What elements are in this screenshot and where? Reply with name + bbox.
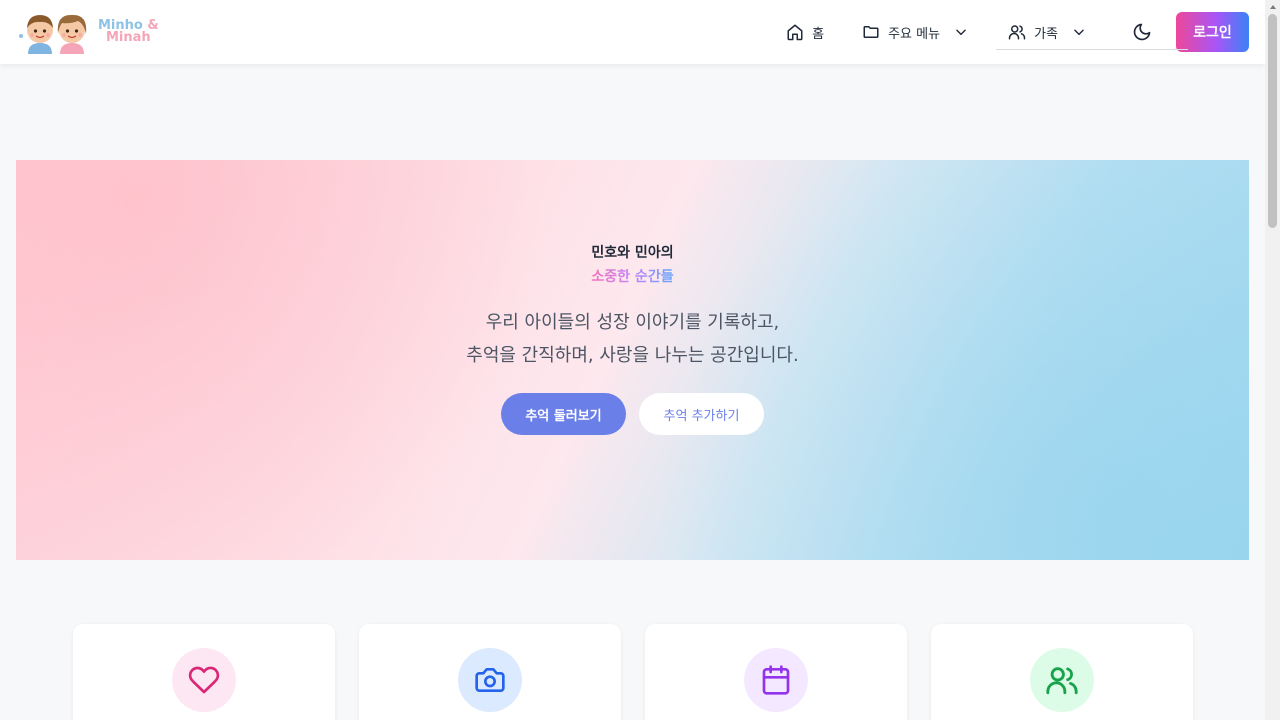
hero-description-line2: 추억을 간직하며, 사랑을 나누는 공간입니다. [466, 345, 799, 366]
logo-line2: Minah [106, 30, 151, 45]
nav-family-label: 가족 [1034, 26, 1058, 42]
chevron-down-icon [1074, 29, 1084, 36]
logo[interactable]: Minho & Minah [18, 10, 159, 54]
add-memory-button[interactable]: 추억 추가하기 [639, 393, 764, 435]
browse-memories-button[interactable]: 추억 둘러보기 [501, 393, 626, 435]
feature-icon-badge [172, 648, 236, 712]
feature-icon-badge [744, 648, 808, 712]
scrollbar-thumb[interactable] [1268, 14, 1277, 228]
nav-family[interactable]: 가족 [996, 23, 1189, 50]
login-button[interactable]: 로그인 [1176, 12, 1249, 52]
nav-main-menu-label: 주요 메뉴 [888, 26, 941, 42]
hero-title: 민호와 민아의 [591, 245, 674, 261]
hero-description: 우리 아이들의 성장 이야기를 기록하고, 추억을 간직하며, 사랑을 나누는 … [16, 306, 1249, 372]
hero-actions: 추억 둘러보기 추억 추가하기 [16, 393, 1249, 435]
chevron-down-icon [956, 29, 966, 36]
nav-home-label: 홈 [812, 26, 825, 42]
scroll-up-arrow[interactable] [1265, 0, 1280, 14]
hero-description-line1: 우리 아이들의 성장 이야기를 기록하고, [485, 312, 780, 333]
nav-main-menu[interactable]: 주요 메뉴 [862, 23, 968, 42]
family-dropdown-underline [996, 48, 1189, 50]
folder-icon [863, 26, 879, 38]
theme-toggle[interactable] [1132, 22, 1152, 42]
nav-menu: 홈 주요 메뉴 가족 로그인 [786, 0, 1249, 64]
logo-text: Minho & Minah [98, 19, 159, 45]
feature-card[interactable] [359, 624, 621, 720]
heart-icon [188, 666, 220, 694]
users-icon [1046, 667, 1078, 695]
kids-logo-icon [19, 14, 87, 54]
feature-card[interactable] [931, 624, 1193, 720]
home-icon [787, 24, 803, 41]
feature-card[interactable] [645, 624, 907, 720]
page: Minho & Minah 홈 주요 메뉴 가족 로그인 민호와 민아의 소중한… [0, 0, 1280, 720]
users-icon [1008, 25, 1026, 40]
scrollbar[interactable] [1265, 0, 1280, 720]
hero-subtitle: 소중한 순간들 [16, 266, 1249, 286]
hero-subtitle-text: 소중한 순간들 [591, 269, 674, 285]
calendar-icon [762, 665, 790, 695]
hero-section: 민호와 민아의 소중한 순간들 우리 아이들의 성장 이야기를 기록하고, 추억… [16, 160, 1249, 560]
feature-icon-badge [1030, 648, 1094, 712]
top-navbar: Minho & Minah 홈 주요 메뉴 가족 로그인 [0, 0, 1265, 64]
feature-card[interactable] [73, 624, 335, 720]
moon-icon [1133, 23, 1151, 41]
nav-home[interactable]: 홈 [786, 23, 824, 42]
camera-icon [475, 668, 505, 692]
feature-icon-badge [458, 648, 522, 712]
